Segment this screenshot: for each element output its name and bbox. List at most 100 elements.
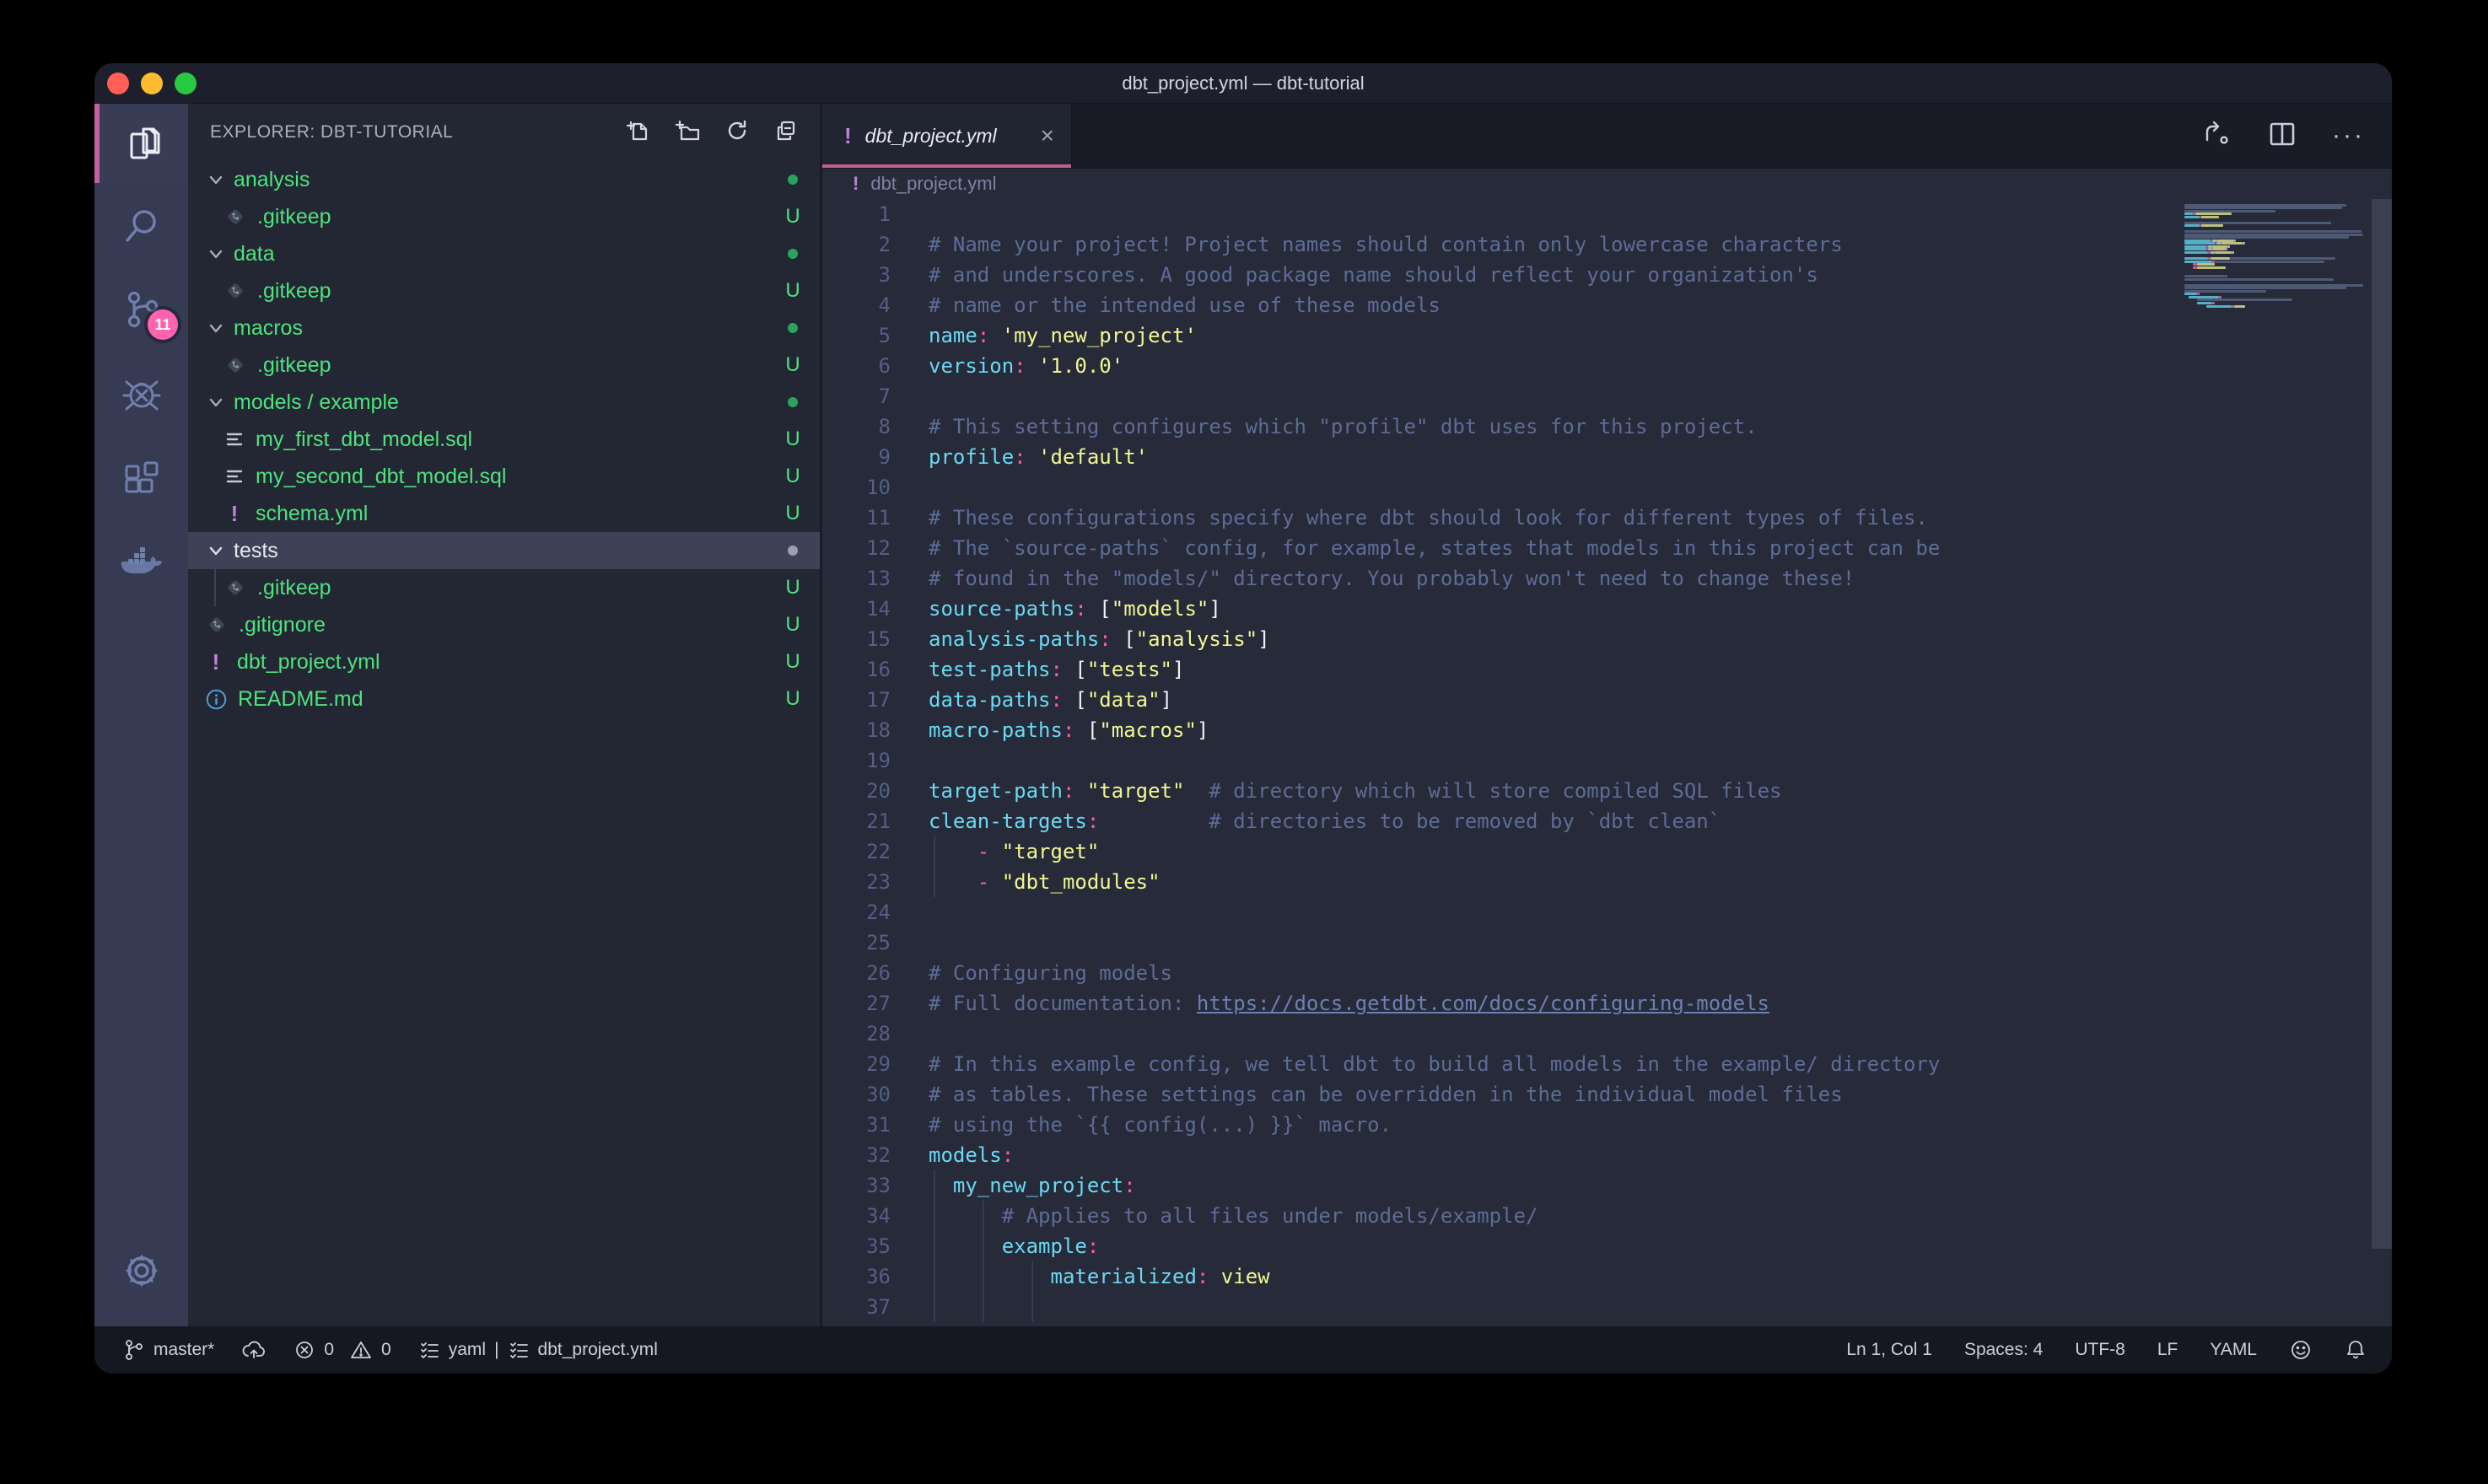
- git-decoration: U: [766, 465, 820, 488]
- activitybar-item-docker[interactable]: [94, 520, 188, 605]
- new-file-icon[interactable]: [626, 117, 653, 148]
- tab-close-icon[interactable]: ×: [1041, 124, 1054, 148]
- new-folder-icon[interactable]: [675, 117, 702, 148]
- code-line-25[interactable]: 25: [822, 928, 2181, 958]
- code-line-26[interactable]: 26# Configuring models: [822, 958, 2181, 988]
- code-line-19[interactable]: 19: [822, 745, 2181, 776]
- code-line-23[interactable]: 23 - "dbt_modules": [822, 867, 2181, 897]
- line-number: 7: [822, 381, 891, 411]
- code-line-17[interactable]: 17data-paths: ["data"]: [822, 685, 2181, 715]
- code-line-28[interactable]: 28: [822, 1019, 2181, 1049]
- collapse-folders-icon[interactable]: [773, 117, 800, 148]
- code-line-36[interactable]: 36 materialized: view: [822, 1261, 2181, 1292]
- tree-folder-data[interactable]: data: [188, 235, 820, 272]
- code-line-27[interactable]: 27# Full documentation: https://docs.get…: [822, 988, 2181, 1019]
- tree-file--gitkeep[interactable]: .gitkeepU: [188, 272, 820, 309]
- eol-indicator[interactable]: LF: [2157, 1340, 2178, 1360]
- more-actions-icon[interactable]: ···: [2332, 121, 2365, 150]
- refresh-icon[interactable]: [724, 117, 751, 148]
- code-line-32[interactable]: 32models:: [822, 1140, 2181, 1170]
- code-line-6[interactable]: 6version: '1.0.0': [822, 351, 2181, 381]
- code-line-7[interactable]: 7: [822, 381, 2181, 411]
- activitybar-item-search[interactable]: [94, 183, 188, 267]
- code-line-4[interactable]: 4# name or the intended use of these mod…: [822, 290, 2181, 320]
- code-line-33[interactable]: 33 my_new_project:: [822, 1170, 2181, 1201]
- breadcrumb-file[interactable]: dbt_project.yml: [870, 173, 996, 195]
- cursor-position[interactable]: Ln 1, Col 1: [1846, 1340, 1932, 1360]
- open-changes-icon[interactable]: [2199, 117, 2232, 155]
- code-line-24[interactable]: 24: [822, 897, 2181, 928]
- code-line-37[interactable]: 37: [822, 1292, 2181, 1322]
- tree-file-readme-md[interactable]: README.mdU: [188, 680, 820, 718]
- yaml-language-server-indicator[interactable]: yaml | dbt_project.yml: [418, 1339, 658, 1361]
- code-line-11[interactable]: 11# These configurations specify where d…: [822, 503, 2181, 533]
- code-text: materialized: view: [929, 1261, 1270, 1292]
- minimap[interactable]: [2184, 201, 2368, 538]
- code-text: target-path: "target" # directory which …: [929, 776, 1781, 806]
- code-line-16[interactable]: 16test-paths: ["tests"]: [822, 654, 2181, 685]
- code-line-12[interactable]: 12# The `source-paths` config, for examp…: [822, 533, 2181, 563]
- branch-indicator[interactable]: master*: [123, 1338, 214, 1362]
- tree-file-dbt-project-yml[interactable]: !dbt_project.ymlU: [188, 643, 820, 680]
- line-number: 2: [822, 229, 891, 260]
- close-window-button[interactable]: [107, 73, 129, 94]
- code-line-1[interactable]: 1: [822, 199, 2181, 229]
- code-line-15[interactable]: 15analysis-paths: ["analysis"]: [822, 624, 2181, 654]
- tree-folder-models-example[interactable]: models / example: [188, 384, 820, 421]
- activitybar-item-settings[interactable]: [94, 1229, 188, 1313]
- code-text: # The `source-paths` config, for example…: [929, 533, 1940, 563]
- tree-item-label: data: [234, 242, 275, 266]
- code-line-29[interactable]: 29# In this example config, we tell dbt …: [822, 1049, 2181, 1079]
- untracked-badge: U: [785, 427, 800, 451]
- editor-scrollbar[interactable]: [2372, 199, 2392, 1249]
- tree-file-schema-yml[interactable]: !schema.ymlU: [188, 495, 820, 532]
- code-text: # Full documentation: https://docs.getdb…: [929, 988, 1769, 1019]
- code-line-18[interactable]: 18macro-paths: ["macros"]: [822, 715, 2181, 745]
- tree-file--gitignore[interactable]: .gitignoreU: [188, 606, 820, 643]
- indentation-indicator[interactable]: Spaces: 4: [1964, 1340, 2043, 1360]
- minimize-window-button[interactable]: [141, 73, 163, 94]
- code-line-35[interactable]: 35 example:: [822, 1231, 2181, 1261]
- code-line-30[interactable]: 30# as tables. These settings can be ove…: [822, 1079, 2181, 1110]
- zoom-window-button[interactable]: [175, 73, 197, 94]
- tree-folder-analysis[interactable]: analysis: [188, 161, 820, 198]
- language-mode-indicator[interactable]: YAML: [2210, 1340, 2257, 1360]
- activitybar-item-debug[interactable]: [94, 352, 188, 436]
- code-line-5[interactable]: 5name: 'my_new_project': [822, 320, 2181, 351]
- tree-file-my-second-dbt-model-sql[interactable]: my_second_dbt_model.sqlU: [188, 458, 820, 495]
- activitybar-item-explorer[interactable]: [94, 104, 188, 183]
- split-editor-icon[interactable]: [2266, 118, 2298, 154]
- code-line-10[interactable]: 10: [822, 472, 2181, 503]
- tree-file--gitkeep[interactable]: .gitkeepU: [188, 347, 820, 384]
- code-line-8[interactable]: 8# This setting configures which "profil…: [822, 411, 2181, 442]
- code-line-21[interactable]: 21clean-targets: # directories to be rem…: [822, 806, 2181, 836]
- separator: |: [494, 1340, 498, 1360]
- tree-file--gitkeep[interactable]: .gitkeepU: [188, 569, 820, 606]
- code-line-3[interactable]: 3# and underscores. A good package name …: [822, 260, 2181, 290]
- code-line-20[interactable]: 20target-path: "target" # directory whic…: [822, 776, 2181, 806]
- tree-file--gitkeep[interactable]: .gitkeepU: [188, 198, 820, 235]
- code-line-34[interactable]: 34 # Applies to all files under models/e…: [822, 1201, 2181, 1231]
- code-line-2[interactable]: 2# Name your project! Project names shou…: [822, 229, 2181, 260]
- activitybar-item-source-control[interactable]: 11: [94, 267, 188, 352]
- tab-dbt-project-yml[interactable]: ! dbt_project.yml ×: [822, 104, 1072, 168]
- encoding-indicator[interactable]: UTF-8: [2075, 1340, 2125, 1360]
- tree-folder-macros[interactable]: macros: [188, 309, 820, 347]
- tree-file-my-first-dbt-model-sql[interactable]: my_first_dbt_model.sqlU: [188, 421, 820, 458]
- tab-bar: ! dbt_project.yml ×: [822, 104, 2392, 169]
- code-editor[interactable]: 12# Name your project! Project names sho…: [822, 199, 2392, 1326]
- code-line-22[interactable]: 22 - "target": [822, 836, 2181, 867]
- code-line-9[interactable]: 9profile: 'default': [822, 442, 2181, 472]
- sync-button[interactable]: [241, 1339, 267, 1361]
- breadcrumb[interactable]: ! dbt_project.yml: [822, 169, 2392, 199]
- notifications-bell-icon[interactable]: [2345, 1338, 2367, 1362]
- tree-folder-tests[interactable]: tests: [188, 532, 820, 569]
- line-number: 26: [822, 958, 891, 988]
- git-file-icon: [205, 613, 229, 637]
- code-line-14[interactable]: 14source-paths: ["models"]: [822, 594, 2181, 624]
- code-line-31[interactable]: 31# using the `{{ config(...) }}` macro.: [822, 1110, 2181, 1140]
- feedback-smiley-icon[interactable]: [2289, 1338, 2313, 1362]
- problems-indicator[interactable]: 0 0: [293, 1339, 390, 1361]
- activitybar-item-extensions[interactable]: [94, 436, 188, 520]
- code-line-13[interactable]: 13# found in the "models/" directory. Yo…: [822, 563, 2181, 594]
